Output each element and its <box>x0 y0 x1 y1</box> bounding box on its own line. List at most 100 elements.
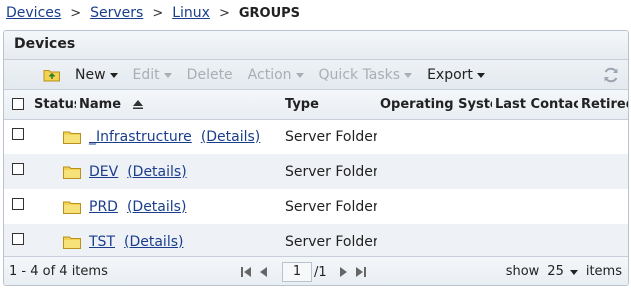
folder-up-icon[interactable] <box>43 68 61 82</box>
breadcrumb-separator: > <box>218 5 230 21</box>
table-row: _Infrastructure (Details) Server Folder <box>4 119 628 154</box>
column-last-contact[interactable]: Last Contact <box>492 90 578 120</box>
os-cell <box>377 154 492 189</box>
row-checkbox[interactable] <box>12 232 24 245</box>
pager: 1 /1 <box>240 262 373 282</box>
breadcrumb-linux[interactable]: Linux <box>172 5 210 21</box>
folder-name-link[interactable]: DEV <box>89 164 118 180</box>
type-cell: Server Folder <box>282 224 377 259</box>
chevron-down-icon <box>163 73 172 78</box>
quick-tasks-label: Quick Tasks <box>318 66 401 83</box>
column-type[interactable]: Type <box>282 90 377 120</box>
last-contact-cell <box>492 224 578 259</box>
devices-panel: Devices New Edit Delete Action Quick Tas… <box>3 30 629 286</box>
table-header-row: Status Name Type Operating System Last C… <box>4 90 628 120</box>
chevron-down-icon <box>109 73 118 78</box>
folder-icon <box>63 201 81 214</box>
row-select-cell <box>4 189 31 224</box>
retired-cell <box>578 119 628 154</box>
name-cell: _Infrastructure (Details) <box>31 119 282 154</box>
os-cell <box>377 119 492 154</box>
page-size-control: show 25 items <box>506 264 622 279</box>
page-size-select[interactable]: 25 <box>547 264 578 279</box>
breadcrumb-separator: > <box>152 5 164 21</box>
delete-label: Delete <box>186 66 233 83</box>
page-size-value: 25 <box>547 264 564 279</box>
last-page-icon[interactable] <box>355 266 367 278</box>
action-label: Action <box>247 66 292 83</box>
breadcrumb-servers[interactable]: Servers <box>90 5 143 21</box>
column-operating-system[interactable]: Operating System <box>377 90 492 120</box>
table-row: TST (Details) Server Folder <box>4 224 628 259</box>
row-select-cell <box>4 224 31 259</box>
retired-cell <box>578 189 628 224</box>
toolbar: New Edit Delete Action Quick Tasks Expor… <box>4 60 628 90</box>
next-page-icon[interactable] <box>337 266 349 278</box>
refresh-icon[interactable] <box>602 66 620 84</box>
panel-title: Devices <box>4 31 628 60</box>
show-label: show <box>505 264 540 279</box>
previous-page-icon[interactable] <box>258 266 270 278</box>
items-label: items <box>585 264 622 279</box>
retired-cell <box>578 154 628 189</box>
export-label: Export <box>427 66 473 83</box>
column-name[interactable]: Name <box>76 90 282 120</box>
item-count: 1 - 4 of 4 items <box>9 264 108 279</box>
action-menu-button[interactable]: Action <box>248 67 304 83</box>
folder-icon <box>63 166 81 179</box>
export-menu-button[interactable]: Export <box>427 67 485 83</box>
table-row: PRD (Details) Server Folder <box>4 189 628 224</box>
delete-button[interactable]: Delete <box>187 67 233 83</box>
column-status[interactable]: Status <box>31 90 76 120</box>
details-link[interactable]: (Details) <box>201 129 260 145</box>
details-link[interactable]: (Details) <box>127 164 186 180</box>
type-cell: Server Folder <box>285 128 377 145</box>
row-checkbox[interactable] <box>12 162 24 175</box>
quick-tasks-menu-button[interactable]: Quick Tasks <box>319 67 413 83</box>
last-contact-cell <box>492 154 578 189</box>
select-all-checkbox[interactable] <box>12 98 24 111</box>
breadcrumb-separator: > <box>70 5 82 21</box>
chevron-down-icon <box>476 73 485 78</box>
folder-name-link[interactable]: PRD <box>89 199 118 215</box>
breadcrumb-devices[interactable]: Devices <box>6 5 61 21</box>
folder-name-link[interactable]: TST <box>89 234 115 250</box>
new-menu-button[interactable]: New <box>75 67 118 83</box>
type-cell: Server Folder <box>282 154 377 189</box>
sort-ascending-icon <box>132 99 143 109</box>
table-row: DEV (Details) Server Folder <box>4 154 628 189</box>
type-cell: Server Folder <box>285 198 377 215</box>
details-link[interactable]: (Details) <box>127 199 186 215</box>
select-all-header <box>4 90 31 120</box>
os-cell <box>377 189 492 224</box>
column-name-label: Name <box>79 96 122 112</box>
new-label: New <box>75 66 106 83</box>
row-checkbox[interactable] <box>12 127 24 140</box>
chevron-down-icon <box>295 73 304 78</box>
page-number-input[interactable]: 1 <box>282 262 312 282</box>
last-contact-cell <box>492 119 578 154</box>
last-contact-cell <box>492 189 578 224</box>
name-cell: DEV (Details) <box>31 154 282 189</box>
row-select-cell <box>4 154 31 189</box>
devices-table: Status Name Type Operating System Last C… <box>4 90 628 259</box>
breadcrumb: Devices > Servers > Linux > GROUPS <box>6 3 300 23</box>
chevron-down-icon <box>404 73 413 78</box>
edit-menu-button[interactable]: Edit <box>133 67 172 83</box>
folder-icon <box>63 236 81 249</box>
first-page-icon[interactable] <box>240 266 252 278</box>
folder-name-link[interactable]: _Infrastructure <box>89 129 192 145</box>
column-retired[interactable]: Retired <box>578 90 628 120</box>
details-link[interactable]: (Details) <box>124 234 183 250</box>
page-total: /1 <box>314 264 327 280</box>
edit-label: Edit <box>132 66 160 83</box>
breadcrumb-current: GROUPS <box>238 5 301 21</box>
table-footer: 1 - 4 of 4 items 1 /1 show 25 items <box>4 256 628 285</box>
chevron-down-icon <box>569 270 578 275</box>
os-cell <box>377 224 492 259</box>
name-cell: PRD (Details) <box>31 189 282 224</box>
name-cell: TST (Details) <box>31 224 282 259</box>
folder-icon <box>63 131 81 144</box>
retired-cell <box>578 224 628 259</box>
row-checkbox[interactable] <box>12 197 24 210</box>
